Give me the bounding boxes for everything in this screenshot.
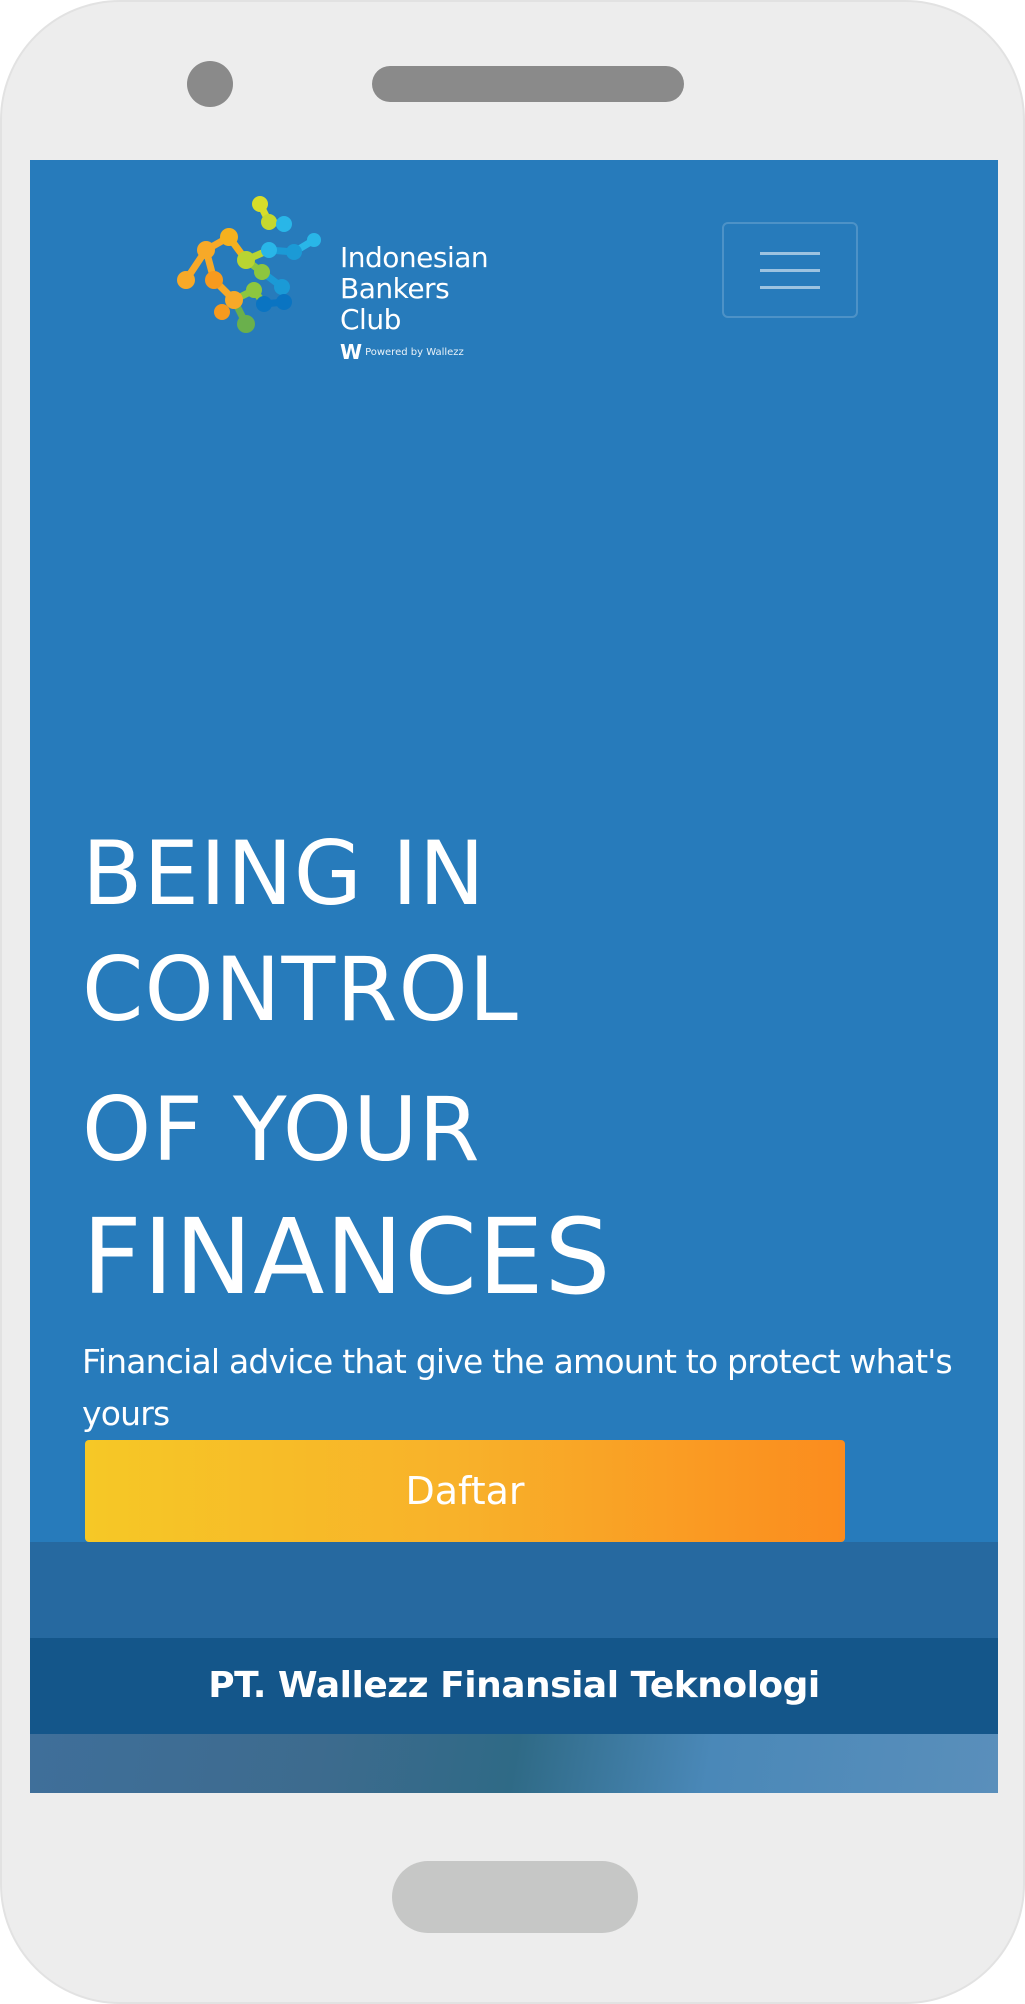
earpiece-speaker (372, 66, 684, 102)
section-divider (30, 1542, 998, 1638)
brand-name-line: Indonesian (340, 241, 489, 274)
hero-heading-line: BEING IN (82, 822, 486, 925)
brand-name-line: Bankers (340, 272, 450, 305)
wallezz-logo-icon: W (340, 340, 362, 364)
company-name: PT. Wallezz Finansial Teknologi (30, 1638, 998, 1734)
molecule-logo-icon (177, 196, 321, 333)
register-button[interactable]: Daftar (85, 1440, 845, 1542)
home-button[interactable] (392, 1861, 638, 1933)
brand-name: Indonesian Bankers Club (340, 241, 489, 336)
background-image (30, 1734, 998, 1793)
phone-frame: Indonesian Bankers Club W Powered by Wal… (0, 0, 1025, 2004)
hero-heading-line: CONTROL (82, 938, 519, 1041)
hero-heading-line: OF YOUR (82, 1078, 481, 1181)
hero-subtitle: Financial advice that give the amount to… (82, 1342, 953, 1433)
screen: Indonesian Bankers Club W Powered by Wal… (30, 160, 998, 1793)
powered-by: W Powered by Wallezz (340, 340, 464, 364)
front-camera (187, 61, 233, 107)
menu-toggle-button[interactable] (722, 222, 858, 318)
hamburger-icon (760, 251, 820, 255)
brand-logo-link[interactable]: Indonesian Bankers Club W Powered by Wal… (174, 192, 554, 364)
brand-name-line: Club (340, 303, 401, 336)
hamburger-icon (760, 285, 820, 289)
powered-by-label: Powered by Wallezz (365, 346, 464, 358)
hero-heading-line: FINANCES (82, 1196, 612, 1318)
hamburger-icon (760, 268, 820, 272)
